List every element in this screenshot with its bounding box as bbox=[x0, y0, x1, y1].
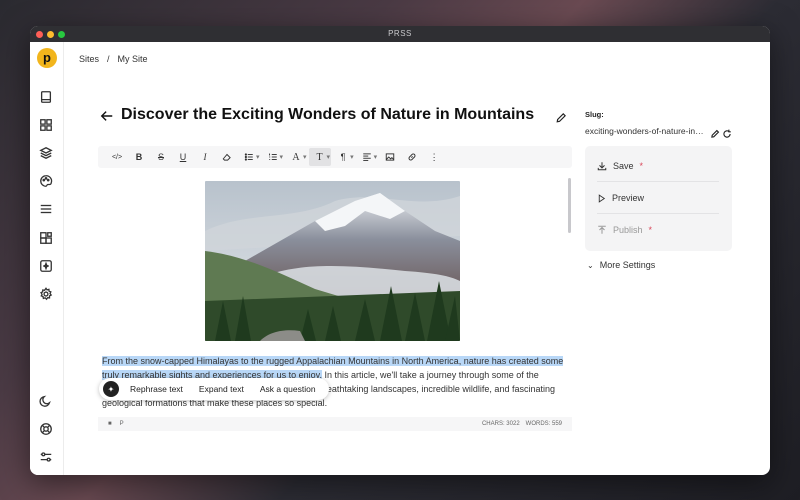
chevron-down-icon[interactable]: ▾ bbox=[280, 153, 284, 161]
palette-icon[interactable] bbox=[39, 174, 53, 188]
publish-button[interactable]: Publish * bbox=[597, 225, 652, 235]
plugin-icon[interactable] bbox=[39, 259, 53, 273]
bold-icon: B bbox=[135, 152, 143, 162]
publish-label: Publish bbox=[613, 225, 643, 235]
more-options-icon: ⋮ bbox=[429, 151, 439, 162]
gear-icon[interactable] bbox=[39, 287, 53, 301]
ordered-list-icon bbox=[268, 153, 277, 160]
image-icon bbox=[385, 153, 395, 161]
preview-label: Preview bbox=[612, 193, 645, 203]
editor-status-bar: ■ P CHARS: 3022 WORDS: 559 bbox=[98, 417, 572, 431]
moon-icon[interactable] bbox=[39, 394, 53, 408]
ask-question-button[interactable]: Ask a question bbox=[255, 384, 321, 394]
help-icon[interactable] bbox=[39, 422, 53, 436]
font-color-icon: A bbox=[292, 151, 300, 163]
book-icon[interactable] bbox=[39, 90, 53, 104]
image-button[interactable] bbox=[379, 148, 401, 166]
slug-value: exciting-wonders-of-nature-in-mountains bbox=[585, 126, 705, 136]
ai-assistant-icon: ✦ bbox=[103, 381, 119, 397]
save-required-mark: * bbox=[639, 161, 644, 171]
editor-toolbar: </> B S U I ▾ ▾ A ▾ T ▾ ¶ ▾ ▾ ⋮ bbox=[98, 146, 572, 168]
mountain-image[interactable] bbox=[205, 181, 460, 341]
breadcrumb-current[interactable]: My Site bbox=[118, 54, 148, 64]
save-button[interactable]: Save * bbox=[597, 161, 643, 171]
chevron-down-icon[interactable]: ▾ bbox=[374, 153, 378, 161]
more-options-button[interactable]: ⋮ bbox=[423, 148, 445, 166]
divider bbox=[597, 213, 719, 214]
code-button[interactable]: </> bbox=[106, 148, 128, 166]
app-window: PRSS p Sites / My Site Discover the Exci… bbox=[30, 26, 770, 475]
element-path-p[interactable]: P bbox=[120, 421, 124, 427]
ai-assist-popover: ✦ Rephrase text Expand text Ask a questi… bbox=[99, 378, 329, 400]
edit-slug-pencil-icon[interactable] bbox=[710, 126, 720, 138]
edit-title-pencil-icon[interactable] bbox=[555, 111, 567, 123]
chevron-down-icon[interactable]: ▾ bbox=[350, 153, 354, 161]
underline-button[interactable]: U bbox=[172, 148, 194, 166]
upload-icon bbox=[598, 225, 606, 234]
align-left-icon bbox=[362, 153, 371, 161]
heading-icon: T bbox=[316, 151, 323, 163]
save-label: Save bbox=[613, 161, 634, 171]
link-button[interactable] bbox=[401, 148, 423, 166]
bullet-list-icon bbox=[244, 153, 253, 161]
editor-scrollbar[interactable] bbox=[568, 178, 571, 233]
menu-icon[interactable] bbox=[39, 202, 53, 216]
rephrase-text-button[interactable]: Rephrase text bbox=[125, 384, 188, 394]
breadcrumb: Sites / My Site bbox=[79, 54, 148, 64]
eraser-icon bbox=[222, 153, 231, 161]
layers-icon[interactable] bbox=[39, 146, 53, 160]
play-icon bbox=[598, 193, 606, 203]
more-settings-toggle[interactable]: ⌄ More Settings bbox=[587, 260, 655, 270]
underline-icon: U bbox=[179, 152, 187, 162]
chevron-down-icon[interactable]: ▾ bbox=[256, 153, 260, 161]
preview-button[interactable]: Preview bbox=[597, 193, 644, 203]
download-icon bbox=[597, 162, 607, 171]
page-title: Discover the Exciting Wonders of Nature … bbox=[121, 106, 535, 123]
paragraph-icon: ¶ bbox=[340, 152, 346, 162]
italic-icon: I bbox=[203, 152, 207, 162]
chevron-down-icon[interactable]: ▾ bbox=[303, 153, 307, 161]
italic-button[interactable]: I bbox=[194, 148, 216, 166]
publish-required-mark: * bbox=[648, 225, 653, 235]
element-path-root[interactable]: ■ bbox=[108, 421, 112, 427]
breadcrumb-sites-link[interactable]: Sites bbox=[79, 54, 99, 64]
code-icon: </> bbox=[111, 153, 123, 161]
char-count: CHARS: 3022 bbox=[481, 421, 520, 427]
blocks-icon[interactable] bbox=[39, 231, 53, 245]
more-settings-label: More Settings bbox=[599, 260, 656, 270]
refresh-slug-icon[interactable] bbox=[722, 126, 732, 138]
window-title: PRSS bbox=[388, 29, 412, 38]
title-bar: PRSS bbox=[30, 26, 770, 42]
expand-text-button[interactable]: Expand text bbox=[194, 384, 249, 394]
strikethrough-icon: S bbox=[157, 152, 164, 162]
bold-button[interactable]: B bbox=[128, 148, 150, 166]
chevron-down-icon: ⌄ bbox=[587, 260, 594, 270]
sliders-icon[interactable] bbox=[39, 450, 53, 464]
slug-label: Slug: bbox=[585, 110, 604, 119]
link-icon bbox=[408, 153, 416, 161]
chevron-down-icon[interactable]: ▾ bbox=[327, 153, 331, 161]
back-arrow-icon[interactable] bbox=[100, 109, 114, 123]
strikethrough-button[interactable]: S bbox=[150, 148, 172, 166]
sidebar: p bbox=[30, 42, 64, 475]
word-count: WORDS: 559 bbox=[525, 421, 562, 427]
app-logo[interactable]: p bbox=[37, 48, 57, 68]
dashboard-icon[interactable] bbox=[39, 118, 53, 132]
eraser-button[interactable] bbox=[216, 148, 238, 166]
breadcrumb-separator: / bbox=[107, 54, 110, 64]
divider bbox=[597, 181, 719, 182]
publish-actions-card: Save * Preview Publish * bbox=[585, 146, 732, 251]
